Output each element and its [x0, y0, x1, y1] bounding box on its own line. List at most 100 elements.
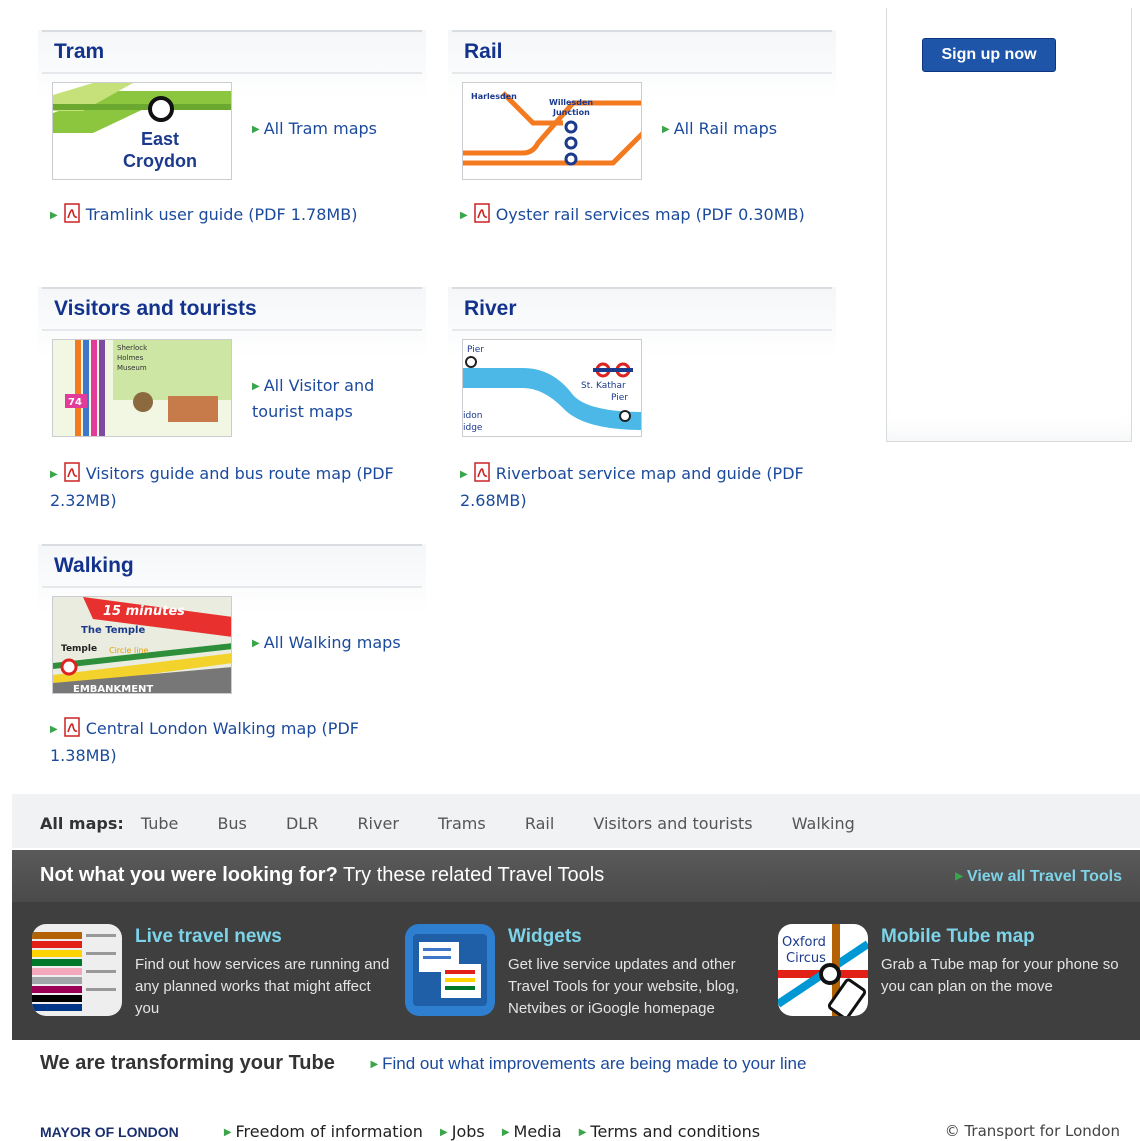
- signup-panel: Sign up now: [886, 8, 1132, 442]
- svg-text:EMBANKMENT: EMBANKMENT: [73, 684, 153, 694]
- rail-map-thumbnail[interactable]: Harlesden Willesden Junction: [462, 82, 642, 180]
- pdf-icon: [472, 203, 492, 223]
- arrow-icon: ▶: [440, 1127, 448, 1138]
- visitors-guide-link[interactable]: ▶ Visitors guide and bus route map (PDF 2…: [50, 461, 420, 514]
- view-all-travel-tools-link[interactable]: ▶ View all Travel Tools: [955, 868, 1122, 886]
- visitors-heading: Visitors and tourists: [42, 287, 422, 331]
- river-heading: River: [452, 287, 832, 331]
- all-visitor-maps-link[interactable]: ▶ All Visitor and tourist maps: [252, 373, 412, 424]
- improvements-link[interactable]: ▶ Find out what improvements are being ma…: [370, 1054, 806, 1073]
- all-tram-maps-link[interactable]: ▶ All Tram maps: [252, 116, 412, 142]
- all-maps-label: All maps:: [40, 814, 124, 833]
- walking-section: Walking 15 minutes The Temple Temple Cir…: [38, 544, 426, 765]
- svg-text:Junction: Junction: [552, 108, 590, 117]
- copyright: © Transport for London: [944, 1122, 1120, 1140]
- arrow-icon: ▶: [50, 210, 58, 221]
- arrow-icon: ▶: [370, 1059, 379, 1070]
- arrow-icon: ▶: [662, 124, 670, 135]
- all-maps-rail[interactable]: Rail: [525, 814, 554, 833]
- all-maps-trams[interactable]: Trams: [438, 814, 486, 833]
- all-maps-tube[interactable]: Tube: [141, 814, 178, 833]
- riverboat-guide-link[interactable]: ▶ Riverboat service map and guide (PDF 2.…: [460, 461, 830, 514]
- river-section: River Pier St. Kathar Pier idon idge ▶ Ri…: [448, 287, 836, 510]
- svg-text:Willesden: Willesden: [549, 98, 593, 107]
- mobile-tube-map-desc: Grab a Tube map for your phone so you ca…: [881, 956, 1119, 995]
- svg-text:Harlesden: Harlesden: [471, 92, 517, 101]
- arrow-icon: ▶: [955, 871, 963, 882]
- svg-text:Pier: Pier: [611, 393, 628, 403]
- live-news-icon: [32, 924, 122, 1016]
- pdf-icon: [472, 462, 492, 482]
- footer-link-terms[interactable]: ▶ Terms and conditions: [579, 1122, 760, 1141]
- rail-heading: Rail: [452, 30, 832, 74]
- svg-text:Croydon: Croydon: [123, 151, 197, 171]
- sign-up-button[interactable]: Sign up now: [922, 38, 1056, 72]
- arrow-icon: ▶: [501, 1127, 510, 1138]
- svg-text:Holmes: Holmes: [117, 354, 144, 362]
- all-maps-bus[interactable]: Bus: [217, 814, 246, 833]
- transforming-title: We are transforming your Tube: [40, 1052, 335, 1074]
- widgets-icon: [405, 924, 495, 1016]
- live-news-desc: Find out how services are running and an…: [135, 956, 390, 1017]
- svg-text:East: East: [141, 129, 179, 149]
- foi-label: Freedom of information: [235, 1122, 423, 1141]
- walking-map-thumbnail[interactable]: 15 minutes The Temple Temple Circle line…: [52, 596, 232, 694]
- svg-text:idon: idon: [463, 411, 482, 421]
- footer-link-foi[interactable]: ▶ Freedom of information: [224, 1122, 423, 1141]
- svg-text:Circle line: Circle line: [109, 646, 149, 655]
- mayor-of-london-logo[interactable]: MAYOR OF LONDON: [40, 1124, 179, 1140]
- tram-map-thumbnail[interactable]: East Croydon: [52, 82, 232, 180]
- oyster-rail-map-link[interactable]: ▶ Oyster rail services map (PDF 0.30MB): [460, 202, 830, 229]
- widgets-title[interactable]: Widgets: [508, 926, 582, 948]
- all-maps-visitors[interactable]: Visitors and tourists: [593, 814, 752, 833]
- arrow-icon: ▶: [50, 469, 58, 480]
- river-map-thumbnail[interactable]: Pier St. Kathar Pier idon idge: [462, 339, 642, 437]
- svg-text:St. Kathar: St. Kathar: [581, 381, 626, 391]
- svg-text:Oxford: Oxford: [782, 935, 826, 950]
- svg-text:idge: idge: [463, 423, 483, 433]
- walking-map-link[interactable]: ▶ Central London Walking map (PDF 1.38MB): [50, 716, 420, 769]
- mobile-tube-map-title[interactable]: Mobile Tube map: [881, 926, 1035, 948]
- improvements-label: Find out what improvements are being mad…: [382, 1054, 807, 1073]
- walking-heading: Walking: [42, 544, 422, 588]
- footer-link-jobs[interactable]: ▶ Jobs: [440, 1122, 485, 1141]
- svg-text:Pier: Pier: [467, 345, 484, 355]
- all-maps-river[interactable]: River: [357, 814, 398, 833]
- svg-text:Temple: Temple: [61, 644, 97, 654]
- tramlink-guide-link[interactable]: ▶ Tramlink user guide (PDF 1.78MB): [50, 202, 420, 229]
- visitors-guide-label: Visitors guide and bus route map (PDF 2.…: [50, 464, 394, 510]
- arrow-icon: ▶: [252, 124, 260, 135]
- travel-tools-heading-rest: Try these related Travel Tools: [343, 864, 605, 886]
- riverboat-guide-label: Riverboat service map and guide (PDF 2.6…: [460, 464, 804, 510]
- widgets-desc: Get live service updates and other Trave…: [508, 956, 739, 1017]
- mobile-tube-map-icon: Oxford Circus: [778, 924, 868, 1016]
- arrow-icon: ▶: [252, 638, 260, 649]
- terms-label: Terms and conditions: [590, 1122, 761, 1141]
- svg-text:15 minutes: 15 minutes: [103, 604, 185, 619]
- live-news-title[interactable]: Live travel news: [135, 926, 282, 948]
- tool-live-travel-news[interactable]: Live travel news Find out how services a…: [12, 922, 389, 1022]
- tool-widgets[interactable]: Widgets Get live service updates and oth…: [385, 922, 755, 1022]
- media-label: Media: [513, 1122, 562, 1141]
- svg-text:Sherlock: Sherlock: [117, 344, 148, 352]
- footer-link-media[interactable]: ▶ Media: [502, 1122, 562, 1141]
- all-maps-walking[interactable]: Walking: [792, 814, 855, 833]
- footer: MAYOR OF LONDON ▶ Freedom of information …: [40, 1122, 1130, 1141]
- all-walking-maps-label: All Walking maps: [263, 633, 401, 652]
- all-rail-maps-link[interactable]: ▶ All Rail maps: [662, 116, 822, 142]
- arrow-icon: ▶: [223, 1127, 232, 1138]
- all-walking-maps-link[interactable]: ▶ All Walking maps: [252, 630, 412, 656]
- svg-text:74: 74: [68, 397, 82, 408]
- walking-map-label: Central London Walking map (PDF 1.38MB): [50, 719, 359, 765]
- transforming-tube-row: We are transforming your Tube ▶ Find out …: [40, 1052, 806, 1075]
- travel-tools-panel: Not what you were looking for? Try these…: [12, 850, 1140, 1040]
- travel-tools-heading-bold: Not what you were looking for?: [40, 864, 338, 886]
- svg-text:Circus: Circus: [786, 951, 826, 966]
- visitors-map-thumbnail[interactable]: 74 Sherlock Holmes Museum: [52, 339, 232, 437]
- all-maps-dlr[interactable]: DLR: [286, 814, 318, 833]
- pdf-icon: [62, 203, 82, 223]
- svg-text:Museum: Museum: [117, 364, 147, 372]
- arrow-icon: ▶: [50, 724, 58, 735]
- tool-mobile-tube-map[interactable]: Oxford Circus Mobile Tube map Grab a Tub…: [758, 922, 1128, 1022]
- visitors-section: Visitors and tourists 74 Sherlock Holmes…: [38, 287, 426, 510]
